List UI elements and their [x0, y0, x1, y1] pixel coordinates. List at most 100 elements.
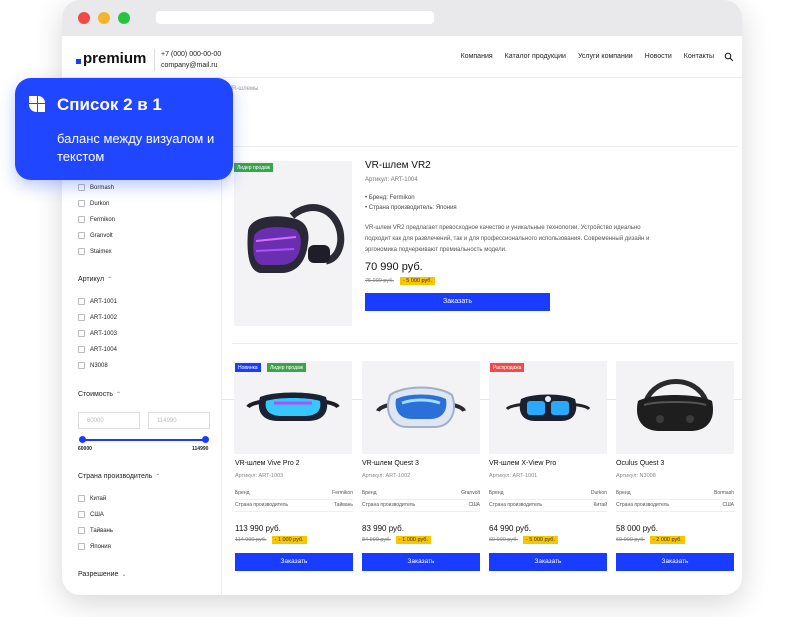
- product-price-discount: 114 990 руб. - 1 000 руб.: [235, 536, 307, 544]
- product-old-price: 60 000 руб.: [616, 537, 645, 543]
- filter-country-taiwan[interactable]: Тайвань: [78, 527, 113, 534]
- checkbox[interactable]: [78, 232, 85, 239]
- price-range-max-label: 114990: [192, 446, 209, 452]
- product-old-price: 84 990 руб.: [362, 537, 391, 543]
- checkbox[interactable]: [78, 543, 85, 550]
- stage: premium +7 (000) 000-00-00 company@mail.…: [0, 0, 800, 617]
- attr-label: Бренд: [235, 490, 250, 496]
- minimize-window-button[interactable]: [98, 12, 110, 24]
- product-order-button[interactable]: Заказать: [489, 553, 607, 571]
- price-range-min-handle[interactable]: [79, 436, 86, 443]
- product-card-image[interactable]: [234, 361, 352, 454]
- filter-brand-durkon[interactable]: Durkon: [78, 200, 109, 207]
- filter-label: Granvolt: [90, 232, 113, 239]
- price-min-input[interactable]: 60000: [78, 412, 140, 429]
- filter-sku-title[interactable]: Артикул ⌃: [78, 276, 112, 283]
- product-price: 113 990 руб.: [235, 524, 281, 533]
- nav-item-contacts[interactable]: Контакты: [684, 53, 714, 60]
- product-title[interactable]: VR-шлем Quest 3: [362, 460, 419, 467]
- filter-sku-1003[interactable]: ART-1003: [78, 330, 117, 337]
- filter-country-title[interactable]: Страна производитель ⌃: [78, 473, 160, 480]
- address-bar[interactable]: [156, 11, 434, 24]
- product-discount-badge: - 1 000 руб.: [271, 536, 307, 544]
- nav-item-services[interactable]: Услуги компании: [578, 53, 633, 60]
- product-order-button[interactable]: Заказать: [235, 553, 353, 571]
- filter-country-china[interactable]: Китай: [78, 495, 106, 502]
- price-range-track[interactable]: [82, 439, 205, 441]
- filter-brand-bormash[interactable]: Bormash: [78, 184, 114, 191]
- product-order-button[interactable]: Заказать: [616, 553, 734, 571]
- logo[interactable]: premium: [76, 50, 146, 67]
- badge-sale: Распродажа: [490, 363, 525, 372]
- product-card-image[interactable]: [489, 361, 607, 454]
- checkbox[interactable]: [78, 495, 85, 502]
- filter-country-usa[interactable]: США: [78, 511, 104, 518]
- nav-item-news[interactable]: Новости: [645, 53, 672, 60]
- price-max-input[interactable]: 114990: [148, 412, 210, 429]
- checkbox[interactable]: [78, 346, 85, 353]
- chevron-up-icon: ⌃: [116, 392, 122, 398]
- filter-label: США: [90, 511, 104, 518]
- attr-label: Страна производитель: [362, 502, 416, 508]
- filter-resolution-title[interactable]: Разрешение ⌄: [78, 571, 126, 578]
- hero-product-title[interactable]: VR-шлем VR2: [365, 160, 431, 171]
- nav-item-catalog[interactable]: Каталог продукции: [505, 53, 566, 60]
- product-price: 58 000 руб.: [616, 524, 658, 533]
- attr-label: Бренд: [362, 490, 377, 496]
- close-window-button[interactable]: [78, 12, 90, 24]
- filter-brand-fermikon[interactable]: Fermikon: [78, 216, 115, 223]
- vr-goggles-image: [505, 394, 591, 421]
- search-icon[interactable]: [724, 52, 734, 62]
- filter-sku-1001[interactable]: ART-1001: [78, 298, 117, 305]
- product-title[interactable]: VR-шлем X-View Pro: [489, 460, 556, 467]
- attr-label: Бренд: [489, 490, 504, 496]
- hero-product-image[interactable]: [234, 161, 352, 326]
- attr-value: США: [468, 502, 480, 508]
- checkbox[interactable]: [78, 184, 85, 191]
- filter-brand-staimex[interactable]: Staimex: [78, 248, 112, 255]
- checkbox[interactable]: [78, 298, 85, 305]
- product-country-row: Страна производитель Тайвань: [235, 502, 353, 512]
- filter-label: ART-1002: [90, 314, 117, 321]
- header-email[interactable]: company@mail.ru: [161, 60, 221, 71]
- attr-value: Китай: [593, 502, 607, 508]
- hero-order-button[interactable]: Заказать: [365, 293, 550, 311]
- filter-price-title[interactable]: Стоимость ⌃: [78, 391, 121, 398]
- checkbox[interactable]: [78, 362, 85, 369]
- checkbox[interactable]: [78, 314, 85, 321]
- filter-sku-n3008[interactable]: N3008: [78, 362, 108, 369]
- checkbox[interactable]: [78, 216, 85, 223]
- filter-sku-1002[interactable]: ART-1002: [78, 314, 117, 321]
- product-title[interactable]: Oculus Quest 3: [616, 460, 664, 467]
- product-country-row: Страна производитель США: [616, 502, 734, 512]
- product-card-image[interactable]: [362, 361, 480, 454]
- filter-country-japan[interactable]: Япония: [78, 543, 111, 550]
- header-phone[interactable]: +7 (000) 000-00-00: [161, 49, 221, 60]
- filter-label: Япония: [90, 543, 111, 550]
- filter-label: Китай: [90, 495, 107, 502]
- checkbox[interactable]: [78, 330, 85, 337]
- checkbox[interactable]: [78, 200, 85, 207]
- product-country-row: Страна производитель Китай: [489, 502, 607, 512]
- nav-item-company[interactable]: Компания: [461, 53, 493, 60]
- product-brand-row: Бренд Bormash: [616, 490, 734, 500]
- maximize-window-button[interactable]: [118, 12, 130, 24]
- attr-label: Страна производитель: [616, 502, 670, 508]
- hero-product-brand: • Бренд: Fermikon: [365, 195, 415, 201]
- checkbox[interactable]: [78, 527, 85, 534]
- product-country-row: Страна производитель США: [362, 502, 480, 512]
- product-order-button[interactable]: Заказать: [362, 553, 480, 571]
- price-range-max-handle[interactable]: [202, 436, 209, 443]
- hero-country-text: Страна производитель: Япония: [368, 205, 457, 211]
- product-card-image[interactable]: [616, 361, 734, 454]
- hero-product-country: • Страна производитель: Япония: [365, 205, 457, 211]
- filter-label: ART-1003: [90, 330, 117, 337]
- filter-label: Bormash: [90, 184, 115, 191]
- filter-label: Durkon: [90, 200, 110, 207]
- filter-sku-1004[interactable]: ART-1004: [78, 346, 117, 353]
- checkbox[interactable]: [78, 248, 85, 255]
- chevron-up-icon: ⌃: [107, 277, 113, 283]
- checkbox[interactable]: [78, 511, 85, 518]
- product-title[interactable]: VR-шлем Vive Pro 2: [235, 460, 300, 467]
- filter-brand-granvolt[interactable]: Granvolt: [78, 232, 113, 239]
